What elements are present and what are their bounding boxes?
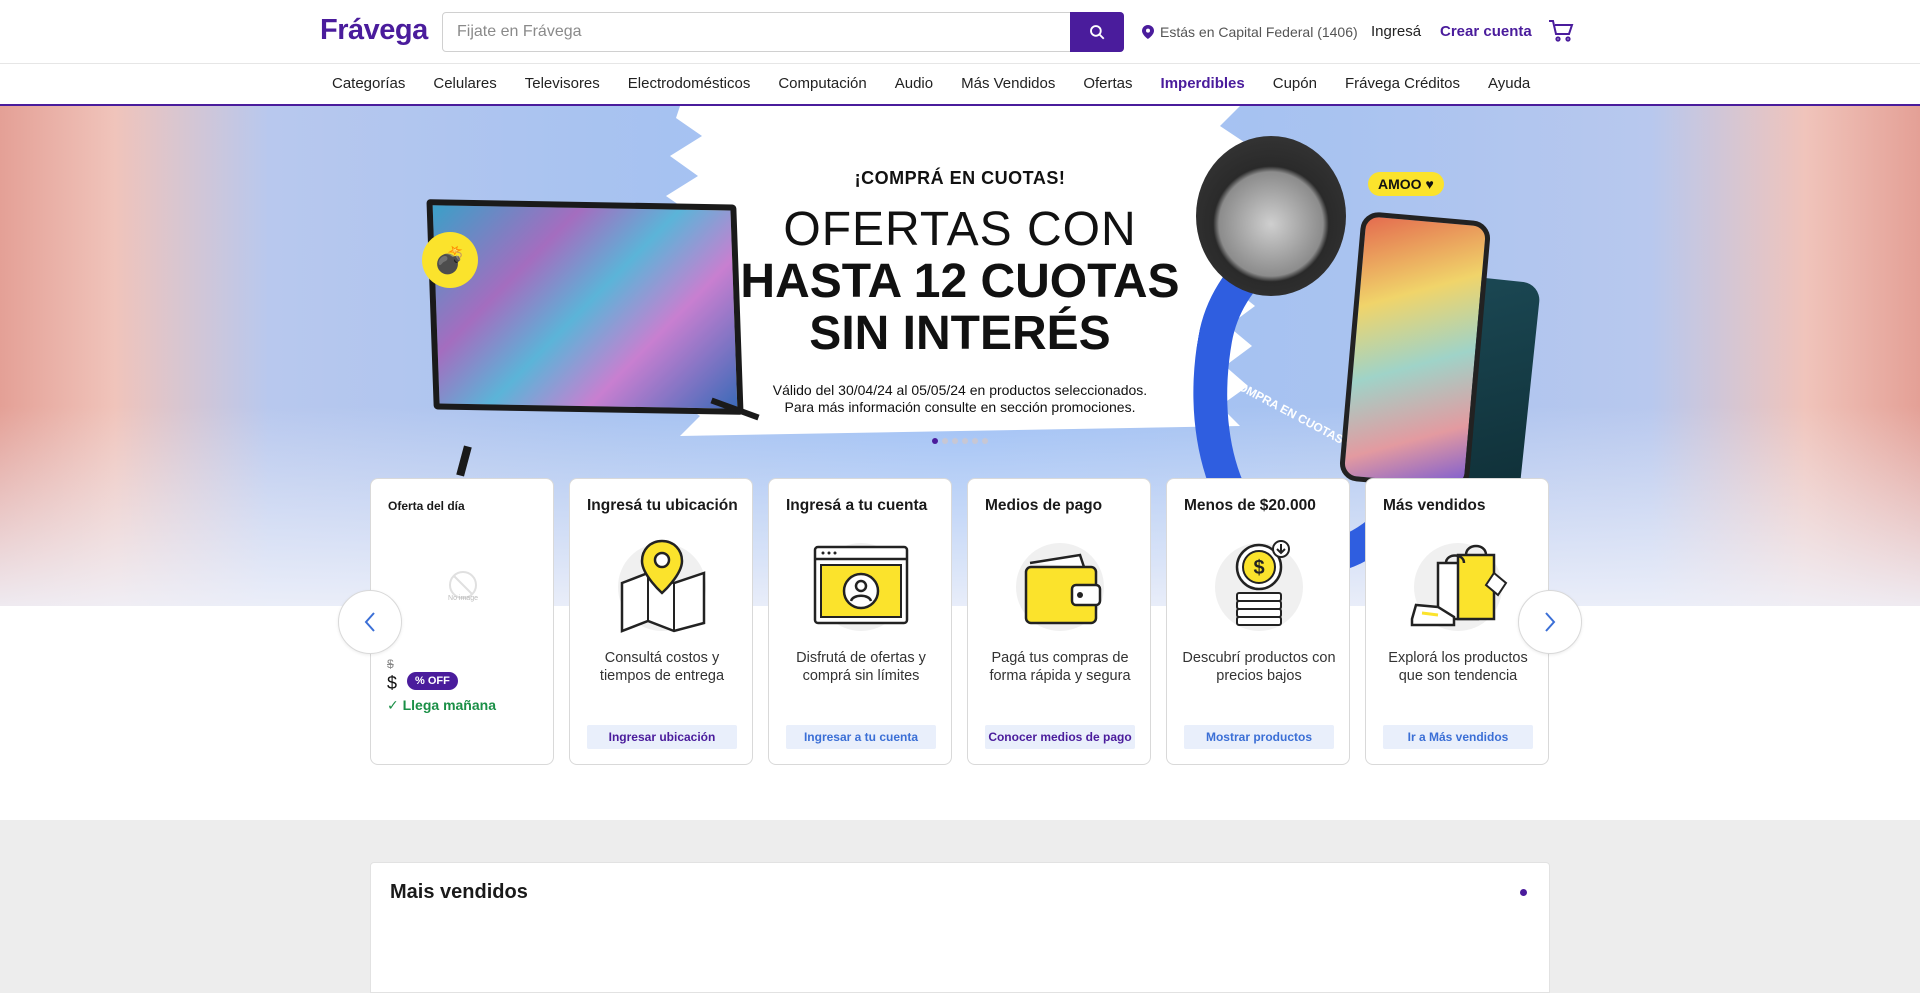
section-title: Mais vendidos <box>390 881 528 903</box>
nav-item-audio[interactable]: Audio <box>895 75 933 92</box>
amoo-badge: AMOO ♥ <box>1368 172 1444 196</box>
heart-icon: ♥ <box>1425 176 1434 192</box>
hero-legal-text: Válido del 30/04/24 al 05/05/24 en produ… <box>680 382 1240 416</box>
svg-text:$: $ <box>1253 557 1264 579</box>
best-sellers-panel: Mais vendidos <box>370 862 1550 993</box>
map-pin-icon <box>618 539 706 633</box>
search-button[interactable] <box>1070 12 1124 52</box>
card-description: Pagá tus compras de forma rápida y segur… <box>989 650 1131 684</box>
smartphone-image <box>1338 210 1492 492</box>
nav-item-celulares[interactable]: Celulares <box>433 75 496 92</box>
nav-item-electrodomesticos[interactable]: Electrodomésticos <box>628 75 751 92</box>
show-products-button[interactable]: Mostrar productos <box>1184 725 1334 749</box>
category-nav: Categorías Celulares Televisores Electro… <box>0 64 1920 106</box>
carousel-dot[interactable] <box>932 438 938 444</box>
card-description: Consultá costos y tiempos de entrega <box>599 650 725 684</box>
cart-icon <box>1549 20 1574 42</box>
payment-methods-card[interactable]: Medios de pago Pagá tus compras de forma… <box>967 478 1151 765</box>
login-account-button[interactable]: Ingresar a tu cuenta <box>786 725 936 749</box>
carousel-dot[interactable] <box>982 438 988 444</box>
nav-item-categorias[interactable]: Categorías <box>332 75 405 92</box>
card-title: Menos de $20.000 <box>1184 497 1316 514</box>
section-indicator-dot <box>1520 889 1527 896</box>
card-description: Explorá los productos que son tendencia <box>1388 650 1528 684</box>
nav-item-cupon[interactable]: Cupón <box>1273 75 1317 92</box>
nav-item-televisores[interactable]: Televisores <box>525 75 600 92</box>
hero-headline-2: HASTA 12 CUOTAS <box>740 255 1180 308</box>
carousel-dot[interactable] <box>942 438 948 444</box>
card-title: Ingresá tu ubicación <box>587 497 738 514</box>
cards-next-button[interactable] <box>1518 590 1582 654</box>
chevron-right-icon <box>1545 612 1556 632</box>
amoo-text: AMOO <box>1378 176 1422 192</box>
carousel-dots <box>932 438 988 444</box>
card-title: Medios de pago <box>985 497 1103 514</box>
user-window-icon <box>813 543 909 631</box>
no-image-label: No image <box>448 595 478 602</box>
payment-methods-button[interactable]: Conocer medios de pago <box>985 725 1135 749</box>
hero-headline-3: SIN INTERÉS <box>809 307 1111 360</box>
set-location-button[interactable]: Ingresar ubicación <box>587 725 737 749</box>
location-text: Estás en Capital Federal (1406) <box>1160 24 1358 40</box>
nav-item-mas-vendidos[interactable]: Más Vendidos <box>961 75 1055 92</box>
chevron-left-icon <box>364 612 375 632</box>
card-description: Descubrí productos con precios bajos <box>1182 650 1336 684</box>
location-card[interactable]: Ingresá tu ubicación Consultá costos y t… <box>569 478 753 765</box>
card-title: Ingresá a tu cuenta <box>786 497 928 514</box>
discount-badge: % OFF <box>407 672 458 690</box>
register-link[interactable]: Crear cuenta <box>1440 23 1532 40</box>
login-link[interactable]: Ingresá <box>1371 23 1421 40</box>
shopping-bags-icon <box>1410 543 1508 631</box>
hero-legal-line-1: Válido del 30/04/24 al 05/05/24 en produ… <box>772 382 1148 398</box>
account-card[interactable]: Ingresá a tu cuenta Disfrutá de ofertas … <box>768 478 952 765</box>
wallet-icon <box>1016 543 1104 631</box>
site-header: Frávega Estás en Capital Federal (1406) … <box>0 0 1920 64</box>
old-price: $ <box>387 657 394 671</box>
hero-kicker: ¡COMPRÁ EN CUOTAS! <box>854 168 1066 188</box>
nav-item-imperdibles[interactable]: Imperdibles <box>1161 75 1245 92</box>
cards-prev-button[interactable] <box>338 590 402 654</box>
current-price: $ <box>387 673 398 693</box>
card-title: Más vendidos <box>1383 497 1486 514</box>
nav-item-fravega-creditos[interactable]: Frávega Créditos <box>1345 75 1460 92</box>
hero-headline-1: OFERTAS CON <box>783 203 1137 256</box>
carousel-dot[interactable] <box>952 438 958 444</box>
fravega-logo[interactable]: Frávega <box>320 14 428 47</box>
carousel-dot[interactable] <box>962 438 968 444</box>
search-bar <box>442 12 1124 52</box>
location-selector[interactable]: Estás en Capital Federal (1406) <box>1142 24 1358 40</box>
card-title: Oferta del día <box>388 499 465 513</box>
category-nav-list: Categorías Celulares Televisores Electro… <box>332 75 1530 92</box>
nav-item-ayuda[interactable]: Ayuda <box>1488 75 1530 92</box>
low-price-card[interactable]: Menos de $20.000 $ Descubrí productos co… <box>1166 478 1350 765</box>
carousel-dot[interactable] <box>972 438 978 444</box>
location-pin-icon <box>1142 25 1154 39</box>
nav-item-computacion[interactable]: Computación <box>778 75 866 92</box>
cart-button[interactable] <box>1548 19 1574 48</box>
best-sellers-button[interactable]: Ir a Más vendidos <box>1383 725 1533 749</box>
search-icon <box>1090 25 1105 40</box>
nav-item-ofertas[interactable]: Ofertas <box>1083 75 1132 92</box>
bomb-icon: 💣 <box>422 232 478 288</box>
hero-legal-line-2: Para más información consulte en sección… <box>784 399 1136 415</box>
shortcut-cards: Oferta del día No image $ $ % OFF ✓ Lleg… <box>370 478 1550 765</box>
card-description: Disfrutá de ofertas y comprá sin límites <box>796 650 926 684</box>
coins-icon: $ <box>1215 540 1303 631</box>
shipping-note: ✓ Llega mañana <box>387 697 496 713</box>
search-input[interactable] <box>443 13 1069 51</box>
